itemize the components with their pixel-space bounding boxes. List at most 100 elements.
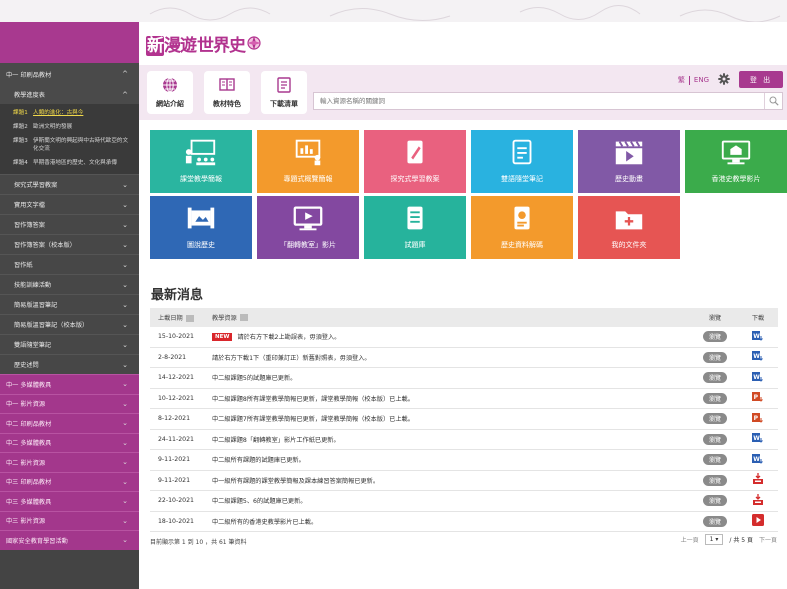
resource-tile[interactable]: 課堂教學簡報: [150, 130, 252, 193]
view-button[interactable]: 瀏覽: [702, 413, 727, 425]
view-cell: 瀏覽: [692, 392, 738, 404]
sidebar-lesson[interactable]: 課題4 早期香港地區的歷史、文化與承傳: [0, 156, 139, 170]
sidebar-category[interactable]: 中一 多媒體教具 ⌄: [0, 374, 139, 394]
page-select-value: 1: [709, 536, 714, 543]
download-header: 下載: [751, 315, 765, 322]
resource-tile[interactable]: 歷史動畫: [578, 130, 680, 193]
download-cell: W: [738, 371, 778, 385]
news-date: 18-10-2021: [158, 517, 194, 525]
pdf-download-icon[interactable]: [752, 493, 764, 508]
search-input[interactable]: [314, 93, 764, 109]
news-title: 中二級課題5、6的試題庫已更新。: [212, 498, 307, 506]
resource-tile[interactable]: 雙語隨堂筆記: [471, 130, 573, 193]
sidebar-item[interactable]: 簡易版溫習筆記（校本版） ⌄: [0, 314, 139, 334]
tile-label: 歷史動畫: [615, 175, 643, 183]
download-list-button[interactable]: 下載清單: [261, 71, 307, 114]
word-download-icon[interactable]: W: [752, 371, 764, 385]
chevron-down-icon: ⌄: [122, 180, 128, 189]
gear-icon[interactable]: [718, 73, 730, 85]
resource-tile[interactable]: 圖說歷史: [150, 196, 252, 259]
sidebar-item[interactable]: 簡易版溫習筆記 ⌄: [0, 294, 139, 314]
view-header: 瀏覽: [708, 315, 722, 322]
site-logo[interactable]: 新漫遊 世界史: [146, 30, 262, 56]
prev-page-link[interactable]: 上一頁: [681, 535, 699, 544]
pdf-download-icon[interactable]: [752, 473, 764, 487]
news-heading: 最新消息: [151, 288, 204, 303]
view-button[interactable]: 瀏覽: [702, 331, 727, 343]
sidebar-category[interactable]: 中一 影片資源 ⌄: [0, 393, 139, 413]
logout-button[interactable]: 登 出: [739, 71, 783, 88]
page-select[interactable]: 1 ▾: [704, 534, 724, 545]
word-download-icon[interactable]: W: [752, 432, 764, 446]
lang-tc-link[interactable]: 繁: [678, 75, 685, 85]
features-button[interactable]: 教材特色: [204, 71, 250, 114]
sidebar-category[interactable]: 中三 影片資源 ⌄: [0, 510, 139, 530]
sidebar-item[interactable]: 探究式學習教案 ⌄: [0, 174, 139, 194]
tile-label: 雙語隨堂筆記: [501, 175, 543, 183]
sidebar-group[interactable]: 中一 印刷品教材 ^: [0, 63, 139, 85]
download-cell: P: [738, 391, 778, 405]
lang-en-link[interactable]: ENG: [694, 76, 709, 84]
sidebar-category[interactable]: 中二 印刷品教材 ⌄: [0, 413, 139, 433]
sidebar-lesson[interactable]: 課題2 歐洲文明的發展: [0, 120, 139, 134]
date-header[interactable]: 上載日期: [150, 313, 206, 322]
download-cell: W: [738, 350, 778, 364]
sidebar-category[interactable]: 中三 印刷品教材 ⌄: [0, 471, 139, 491]
next-page-link[interactable]: 下一頁: [759, 535, 777, 544]
resource-tile[interactable]: 我的文件夾: [578, 196, 680, 259]
view-button[interactable]: 瀏覽: [702, 351, 727, 363]
ppt-download-icon[interactable]: P: [752, 412, 764, 426]
title-header[interactable]: 教學資源: [206, 313, 692, 322]
sidebar-item[interactable]: 習作簿答案 ⌄: [0, 214, 139, 234]
view-button[interactable]: 瀏覽: [702, 474, 727, 486]
sidebar-category[interactable]: 中二 影片資源 ⌄: [0, 452, 139, 472]
sidebar-item-label: 習作簿答案: [14, 222, 45, 229]
search-icon: [769, 96, 779, 106]
sidebar: 中一 印刷品教材 ^ 教學進度表 ^ 課題1 人類的進化：古與今 課題2 歐洲文明的發展 課題3…: [0, 22, 139, 589]
sidebar-category[interactable]: 國家安全教育學習活動 ⌄: [0, 530, 139, 550]
resource-tile[interactable]: 試題庫: [364, 196, 466, 259]
view-button[interactable]: 瀏覽: [702, 433, 727, 445]
news-header-row: 上載日期 教學資源 瀏覽 下載: [150, 308, 778, 327]
news-date: 2-8-2021: [158, 353, 187, 361]
sidebar-lesson[interactable]: 課題3 伊斯蘭文明的興起與中古時代歐亞的文化交流: [0, 134, 139, 156]
sidebar-item-label: 簡易版溫習筆記（校本版）: [14, 322, 89, 329]
sidebar-lesson[interactable]: 課題1 人類的進化：古與今: [0, 106, 139, 120]
chevron-up-icon: ^: [122, 70, 128, 78]
sidebar-item[interactable]: 技能訓練活動 ⌄: [0, 274, 139, 294]
view-button[interactable]: 瀏覽: [702, 392, 727, 404]
sidebar-item[interactable]: 雙語隨堂筆記 ⌄: [0, 334, 139, 354]
sidebar-item[interactable]: 歷史述問 ⌄: [0, 354, 139, 374]
sidebar-item[interactable]: 實用文字檔 ⌄: [0, 194, 139, 214]
play-monitor-icon: [293, 206, 323, 231]
sidebar-item-label: 實用文字檔: [14, 202, 45, 209]
resource-tile[interactable]: 專題式概覽簡報: [257, 130, 359, 193]
resource-tile[interactable]: 「翻轉教室」影片: [257, 196, 359, 259]
search-button[interactable]: [764, 93, 782, 109]
sidebar-category[interactable]: 中二 多媒體教具 ⌄: [0, 432, 139, 452]
word-download-icon[interactable]: W: [752, 453, 764, 467]
news-date: 10-12-2021: [158, 394, 194, 402]
resource-tile[interactable]: 探究式學習教案: [364, 130, 466, 193]
ppt-download-icon[interactable]: P: [752, 391, 764, 405]
pencil-doc-icon: [407, 140, 423, 164]
sidebar-category[interactable]: 中三 多媒體教具 ⌄: [0, 491, 139, 511]
view-button[interactable]: 瀏覽: [702, 454, 727, 466]
site-intro-button[interactable]: 網站介紹: [147, 71, 193, 114]
resource-tile[interactable]: 歷史資料解碼: [471, 196, 573, 259]
view-button[interactable]: 瀏覽: [702, 372, 727, 384]
book-icon: [219, 78, 235, 91]
lesson-number: 課題2: [13, 124, 28, 130]
view-button[interactable]: 瀏覽: [702, 495, 727, 507]
download-cell: [738, 514, 778, 528]
sidebar-item[interactable]: 習作簿答案（校本版） ⌄: [0, 234, 139, 254]
resource-tile[interactable]: 香港史教學影片: [685, 130, 787, 193]
list-doc-icon: [277, 77, 291, 93]
view-button[interactable]: 瀏覽: [702, 515, 727, 527]
word-download-icon[interactable]: W: [752, 330, 764, 344]
word-download-icon[interactable]: W: [752, 350, 764, 364]
sidebar-group[interactable]: 教學進度表 ^: [0, 85, 139, 104]
page-total: / 共 5 頁: [729, 537, 753, 544]
sidebar-item[interactable]: 習作紙 ⌄: [0, 254, 139, 274]
video-play-icon[interactable]: [752, 514, 764, 528]
